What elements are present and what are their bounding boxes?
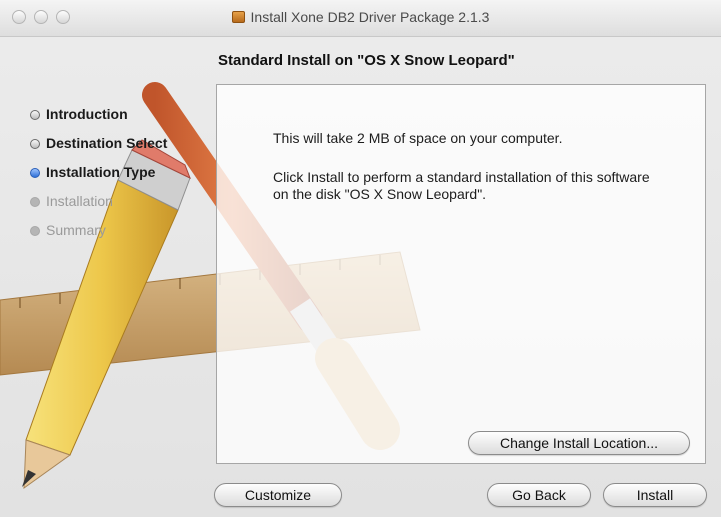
step-bullet-icon	[30, 139, 40, 149]
install-instruction-text: Click Install to perform a standard inst…	[273, 169, 650, 202]
go-back-button[interactable]: Go Back	[487, 483, 591, 507]
page-heading: Standard Install on "OS X Snow Leopard"	[218, 52, 515, 69]
installer-window: Install Xone DB2 Driver Package 2.1.3 St…	[0, 0, 721, 517]
step-installation-type: Installation Type	[30, 164, 155, 180]
customize-button[interactable]: Customize	[214, 483, 342, 507]
step-bullet-icon	[30, 168, 40, 178]
window-title: Install Xone DB2 Driver Package 2.1.3	[0, 9, 721, 25]
change-install-location-button[interactable]: Change Install Location...	[468, 431, 690, 455]
step-label: Installation Type	[46, 164, 156, 180]
step-bullet-icon	[30, 226, 40, 236]
title-bar: Install Xone DB2 Driver Package 2.1.3	[0, 0, 721, 37]
content-panel: This will take 2 MB of space on your com…	[216, 84, 706, 464]
step-bullet-icon	[30, 110, 40, 120]
step-label: Introduction	[46, 106, 128, 122]
step-label: Summary	[46, 222, 106, 238]
install-button[interactable]: Install	[603, 483, 707, 507]
space-required-text: This will take 2 MB of space on your com…	[273, 130, 563, 146]
package-icon	[231, 11, 245, 23]
step-introduction: Introduction	[30, 106, 128, 122]
step-summary: Summary	[30, 222, 106, 238]
step-label: Destination Select	[46, 135, 168, 151]
step-installation: Installation	[30, 193, 113, 209]
step-label: Installation	[46, 193, 113, 209]
step-destination-select: Destination Select	[30, 135, 167, 151]
step-bullet-icon	[30, 197, 40, 207]
window-title-text: Install Xone DB2 Driver Package 2.1.3	[250, 9, 490, 25]
